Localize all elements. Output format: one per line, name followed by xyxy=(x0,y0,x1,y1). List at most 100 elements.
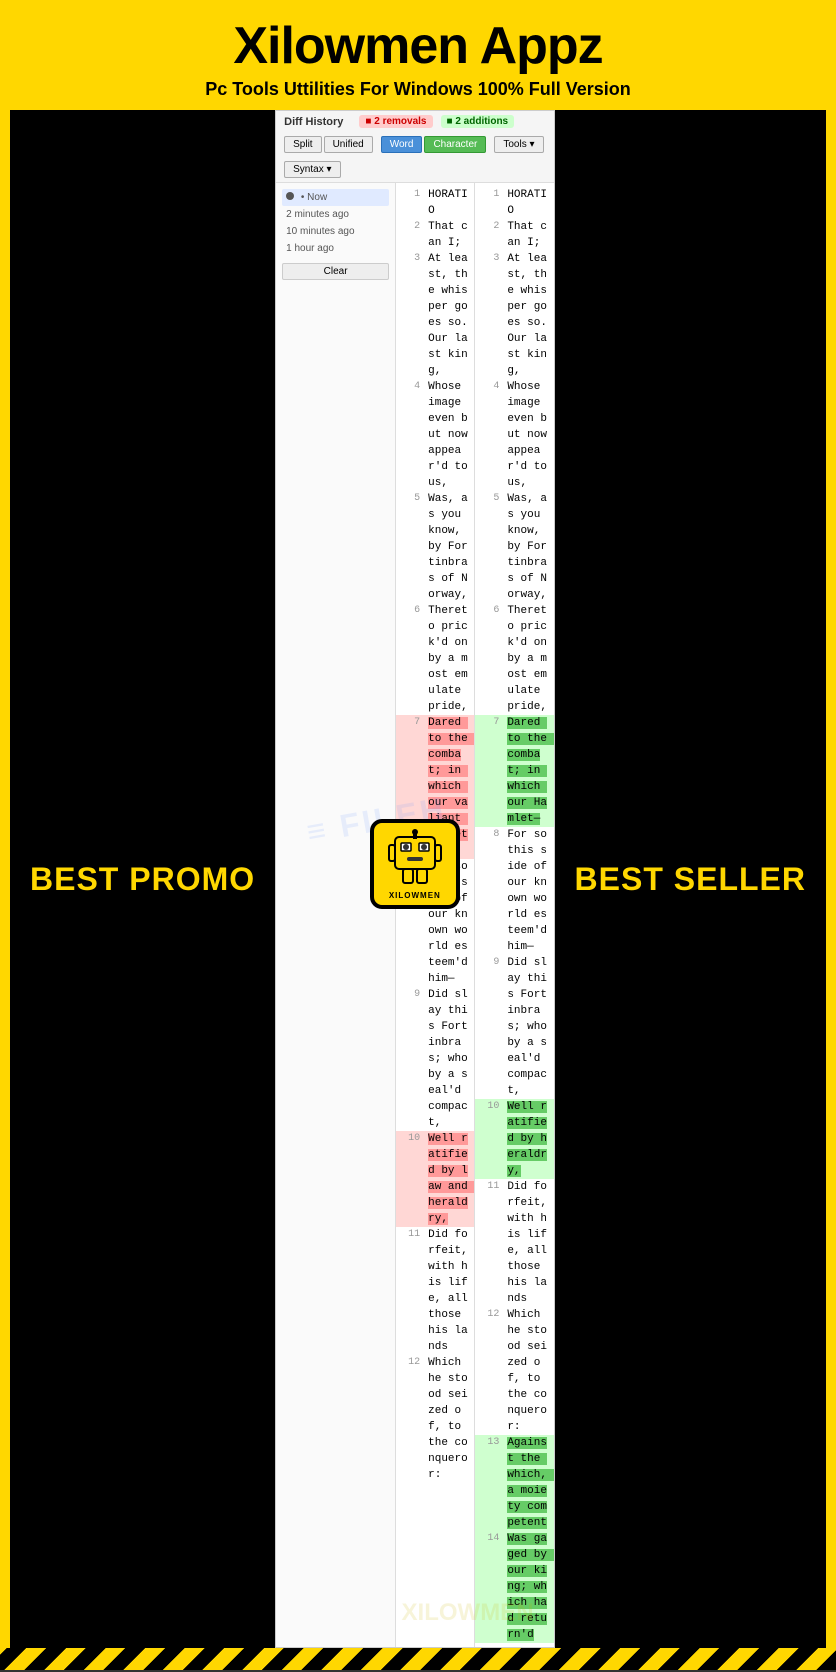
header: Xilowmen Appz Pc Tools Uttilities For Wi… xyxy=(0,0,836,110)
history-item-1-text: 2 minutes ago xyxy=(286,209,349,220)
line-content: Whose image even but now appear'd to us, xyxy=(507,379,549,491)
line-number: 9 xyxy=(479,955,499,1099)
table-row: 6Thereto prick'd on by a most emulate pr… xyxy=(396,603,474,715)
middle-section: BEST PROMO ≡ FILEH XILOWMEN Diff History… xyxy=(0,110,836,1648)
history-now[interactable]: • Now xyxy=(282,189,389,206)
line-content: For so this side of our known world este… xyxy=(428,859,470,987)
best-promo-text: BEST PROMO xyxy=(30,861,255,898)
table-row: 4Whose image even but now appear'd to us… xyxy=(475,379,553,491)
table-row: 5Was, as you know, by Fortinbras of Norw… xyxy=(475,491,553,603)
line-number: 6 xyxy=(479,603,499,715)
middle-row: BEST PROMO ≡ FILEH XILOWMEN Diff History… xyxy=(0,110,836,1648)
character-button[interactable]: Character xyxy=(424,136,486,153)
diff-container: • Now 2 minutes ago 10 minutes ago 1 hou… xyxy=(276,183,553,1648)
line-content: That can I; xyxy=(507,219,549,251)
table-row: 13Against the which, a moiety competent xyxy=(475,1435,553,1531)
line-content: At least, the whisper goes so. Our last … xyxy=(507,251,549,379)
line-content: Well ratified by heraldry, xyxy=(507,1099,549,1179)
history-item-2[interactable]: 10 minutes ago xyxy=(282,223,389,240)
history-item-1[interactable]: 2 minutes ago xyxy=(282,206,389,223)
table-row: 1HORATIO xyxy=(475,187,553,219)
history-item-3-text: 1 hour ago xyxy=(286,243,334,254)
removal-count: 2 removals xyxy=(374,116,426,127)
header-subtitle: Pc Tools Uttilities For Windows 100% Ful… xyxy=(20,79,816,100)
table-row: 3At least, the whisper goes so. Our last… xyxy=(475,251,553,379)
line-content: Which he stood seized of, to the conquer… xyxy=(428,1355,470,1483)
removal-badge: ■ 2 removals xyxy=(359,115,432,128)
line-number: 2 xyxy=(400,219,420,251)
line-number: 12 xyxy=(400,1355,420,1483)
table-row: 5Was, as you know, by Fortinbras of Norw… xyxy=(396,491,474,603)
line-number: 7 xyxy=(400,715,420,859)
table-row: 10Well ratified by law and heraldry, xyxy=(396,1131,474,1227)
line-content: At least, the whisper goes so. Our last … xyxy=(428,251,470,379)
line-content: HORATIO xyxy=(428,187,470,219)
table-row: 11Did forfeit, with his life, all those … xyxy=(475,1179,553,1307)
line-number: 8 xyxy=(479,827,499,955)
line-content: Was, as you know, by Fortinbras of Norwa… xyxy=(428,491,470,603)
best-seller-text: BEST SELLER xyxy=(575,861,806,898)
left-diff-panel: 1HORATIO2That can I;3At least, the whisp… xyxy=(396,183,475,1648)
line-content: Did forfeit, with his life, all those hi… xyxy=(428,1227,470,1355)
line-number: 14 xyxy=(479,1531,499,1643)
line-content: HORATIO xyxy=(507,187,549,219)
line-number: 4 xyxy=(400,379,420,491)
syntax-button[interactable]: Syntax ▾ xyxy=(284,161,340,178)
line-content: That can I; xyxy=(428,219,470,251)
line-number: 1 xyxy=(400,187,420,219)
word-button[interactable]: Word xyxy=(381,136,423,153)
table-row: 9Did slay this Fortinbras; who by a seal… xyxy=(475,955,553,1099)
table-row: 8For so this side of our known world est… xyxy=(475,827,553,955)
table-row: 2That can I; xyxy=(475,219,553,251)
view-buttons: Split Unified xyxy=(284,136,373,153)
line-content: For so this side of our known world este… xyxy=(507,827,549,955)
line-content: Was gaged by our king; which had return'… xyxy=(507,1531,549,1643)
table-row: 9Did slay this Fortinbras; who by a seal… xyxy=(396,987,474,1131)
line-content: Did slay this Fortinbras; who by a seal'… xyxy=(507,955,549,1099)
line-number: 3 xyxy=(479,251,499,379)
line-content: Which he stood seized of, to the conquer… xyxy=(507,1307,549,1435)
line-number: 1 xyxy=(479,187,499,219)
line-number: 11 xyxy=(479,1179,499,1307)
tools-button[interactable]: Tools ▾ xyxy=(494,136,543,153)
diff-history-title: Diff History xyxy=(284,116,343,128)
table-row: 1HORATIO xyxy=(396,187,474,219)
line-content: Thereto prick'd on by a most emulate pri… xyxy=(428,603,470,715)
table-row: 8For so this side of our known world est… xyxy=(396,859,474,987)
table-row: 6Thereto prick'd on by a most emulate pr… xyxy=(475,603,553,715)
line-number: 6 xyxy=(400,603,420,715)
line-number: 10 xyxy=(400,1131,420,1227)
line-content: Did forfeit, with his life, all those hi… xyxy=(507,1179,549,1307)
line-number: 2 xyxy=(479,219,499,251)
line-content: Dared to the combat; in which our Hamlet… xyxy=(507,715,549,827)
table-row: 12Which he stood seized of, to the conqu… xyxy=(475,1307,553,1435)
line-content: Against the which, a moiety competent xyxy=(507,1435,549,1531)
line-content: Was, as you know, by Fortinbras of Norwa… xyxy=(507,491,549,603)
line-number: 5 xyxy=(400,491,420,603)
line-number: 3 xyxy=(400,251,420,379)
best-seller-badge: BEST SELLER xyxy=(555,110,826,1648)
line-content: Whose image even but now appear'd to us, xyxy=(428,379,470,491)
best-promo-badge: BEST PROMO xyxy=(10,110,275,1648)
line-number: 5 xyxy=(479,491,499,603)
addition-count: 2 additions xyxy=(455,116,508,127)
history-item-3[interactable]: 1 hour ago xyxy=(282,240,389,257)
diff-mode-buttons: Word Character xyxy=(381,136,487,153)
right-diff-panel: 1HORATIO2That can I;3At least, the whisp… xyxy=(475,183,553,1648)
table-row: 3At least, the whisper goes so. Our last… xyxy=(396,251,474,379)
line-number: 13 xyxy=(479,1435,499,1531)
table-row: 7Dared to the combat; in which our valia… xyxy=(396,715,474,859)
diff-toolbar: Diff History ■ 2 removals ■ 2 additions … xyxy=(276,111,553,183)
table-row: 10Well ratified by heraldry, xyxy=(475,1099,553,1179)
download-section: Direct Download & Full Version xyxy=(0,1670,836,1672)
unified-button[interactable]: Unified xyxy=(324,136,373,153)
history-now-label: • Now xyxy=(301,192,327,203)
split-button[interactable]: Split xyxy=(284,136,321,153)
addition-badge: ■ 2 additions xyxy=(441,115,515,128)
clear-button[interactable]: Clear xyxy=(282,263,389,280)
hazard-stripe-top xyxy=(0,1648,836,1670)
table-row: 2That can I; xyxy=(396,219,474,251)
history-item-2-text: 10 minutes ago xyxy=(286,226,354,237)
line-number: 12 xyxy=(479,1307,499,1435)
line-content: Thereto prick'd on by a most emulate pri… xyxy=(507,603,549,715)
